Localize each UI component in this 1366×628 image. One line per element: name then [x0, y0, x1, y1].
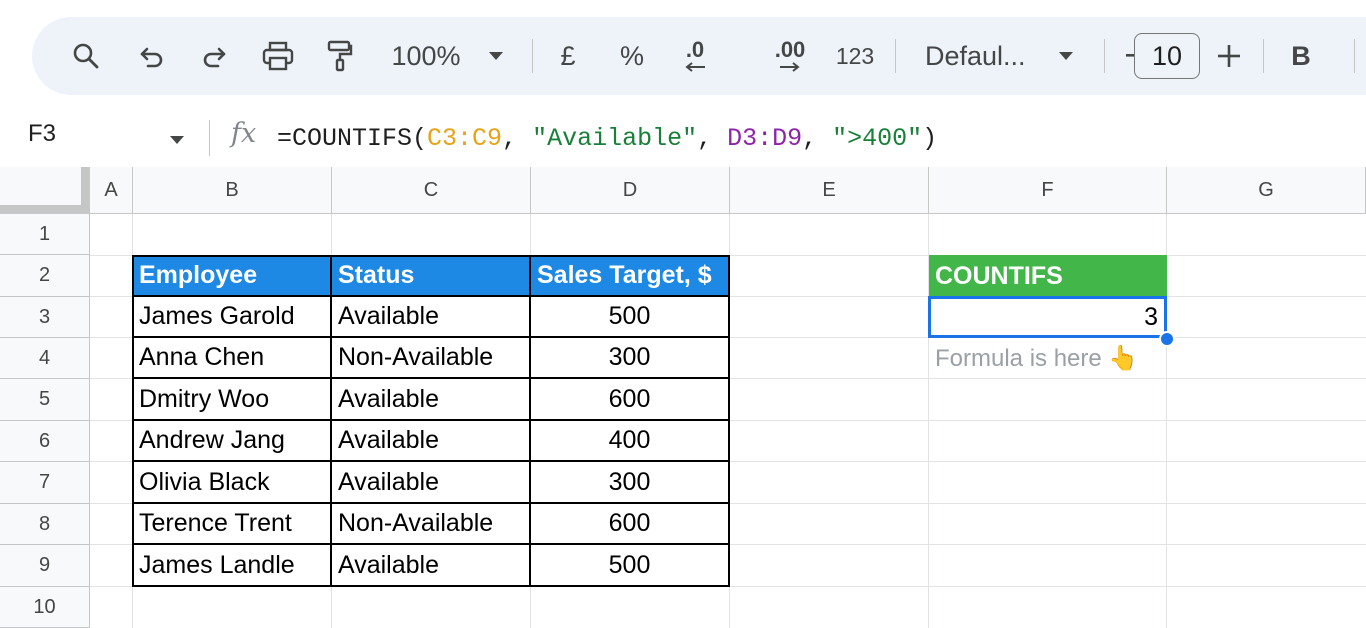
decrease-decimal-label: .0: [685, 37, 705, 62]
column-header-e[interactable]: E: [730, 167, 929, 214]
formula-note[interactable]: Formula is here 👆: [929, 338, 1167, 379]
header-sales-target[interactable]: Sales Target, $: [531, 255, 730, 297]
cell-sales-target[interactable]: 400: [531, 421, 730, 462]
search-icon[interactable]: [66, 17, 106, 95]
name-box[interactable]: F3: [28, 120, 56, 148]
fill-handle[interactable]: [1159, 331, 1175, 347]
column-header-g[interactable]: G: [1167, 167, 1366, 214]
formula-separator: ,: [502, 124, 533, 153]
row-header-2[interactable]: 2: [0, 255, 90, 297]
cell-status[interactable]: Available: [332, 545, 531, 587]
row-header-4[interactable]: 4: [0, 338, 90, 379]
formula-range-1: C3:C9: [427, 124, 503, 153]
formula-prefix: =COUNTIFS(: [277, 124, 428, 153]
chevron-down-icon[interactable]: [1054, 17, 1078, 95]
cell-employee[interactable]: Dmitry Woo: [133, 379, 332, 421]
freeze-column-handle[interactable]: [81, 167, 90, 214]
countifs-header[interactable]: COUNTIFS: [929, 255, 1167, 297]
chevron-down-icon[interactable]: [169, 132, 185, 150]
row-header-9[interactable]: 9: [0, 545, 90, 587]
column-header-f[interactable]: F: [929, 167, 1167, 214]
cell-sales-target[interactable]: 500: [531, 545, 730, 587]
cell-sales-target[interactable]: 300: [531, 338, 730, 379]
print-icon[interactable]: [257, 17, 299, 95]
freeze-row-handle[interactable]: [0, 205, 90, 214]
cell-employee[interactable]: James Garold: [133, 297, 332, 338]
header-employee[interactable]: Employee: [133, 255, 332, 297]
increase-font-size-icon[interactable]: [1214, 17, 1244, 95]
fx-icon: fx: [231, 118, 257, 149]
redo-icon[interactable]: [194, 17, 234, 95]
formula-input[interactable]: =COUNTIFS(C3:C9, "Available", D3:D9, ">4…: [277, 124, 937, 153]
header-status[interactable]: Status: [332, 255, 531, 297]
font-size-input[interactable]: 10: [1134, 33, 1200, 79]
column-header-d[interactable]: D: [531, 167, 730, 214]
row-header-6[interactable]: 6: [0, 421, 90, 462]
cell-employee[interactable]: Andrew Jang: [133, 421, 332, 462]
cell-sales-target[interactable]: 300: [531, 462, 730, 504]
font-select[interactable]: Defaul...: [925, 17, 1035, 95]
row-header-1[interactable]: 1: [0, 214, 90, 255]
paint-format-icon[interactable]: [320, 17, 360, 95]
formula-bar-divider: [209, 120, 210, 156]
increase-decimal-label: .00: [774, 37, 806, 62]
formula-suffix: ): [922, 124, 938, 153]
column-header-a[interactable]: A: [90, 167, 133, 214]
increase-decimal-button[interactable]: .00: [769, 17, 811, 95]
column-header-b[interactable]: B: [133, 167, 332, 214]
zoom-select[interactable]: 100%: [386, 17, 466, 95]
row-header-5[interactable]: 5: [0, 379, 90, 421]
cell-status[interactable]: Available: [332, 421, 531, 462]
decrease-decimal-button[interactable]: .0: [674, 17, 716, 95]
chevron-down-icon[interactable]: [484, 17, 508, 95]
formula-separator: ,: [802, 124, 833, 153]
cell-employee[interactable]: Olivia Black: [133, 462, 332, 504]
toolbar-divider: [1263, 39, 1264, 73]
cell-sales-target[interactable]: 600: [531, 504, 730, 545]
cell-employee[interactable]: Terence Trent: [133, 504, 332, 545]
cell-status[interactable]: Available: [332, 379, 531, 421]
cell-status[interactable]: Available: [332, 462, 531, 504]
selected-cell-outline: [928, 296, 1167, 338]
arrow-left-icon: [685, 62, 705, 72]
toolbar-divider: [895, 39, 896, 73]
spreadsheet-grid: A B C D E F G 1 2 3 4 5 6 7 8 9 10 Emplo…: [0, 167, 1366, 628]
formula-range-2: D3:D9: [727, 124, 803, 153]
formula-criteria-1: "Available": [532, 124, 698, 153]
arrow-right-icon: [780, 62, 800, 72]
column-header-c[interactable]: C: [332, 167, 531, 214]
formula-criteria-2: ">400": [832, 124, 923, 153]
cell-sales-target[interactable]: 600: [531, 379, 730, 421]
percent-button[interactable]: %: [617, 17, 647, 95]
number-format-button[interactable]: 123: [832, 17, 878, 95]
cell-status[interactable]: Non-Available: [332, 504, 531, 545]
row-header-10[interactable]: 10: [0, 587, 90, 628]
formula-separator: ,: [697, 124, 728, 153]
cell-sales-target[interactable]: 500: [531, 297, 730, 338]
row-header-3[interactable]: 3: [0, 297, 90, 338]
cell-status[interactable]: Available: [332, 297, 531, 338]
toolbar-divider: [532, 39, 533, 73]
toolbar: 100% £ % .0 .00 123 Defaul... 10 B: [32, 17, 1366, 95]
toolbar-divider: [1104, 39, 1105, 73]
row-header-8[interactable]: 8: [0, 504, 90, 545]
toolbar-divider: [1354, 39, 1355, 73]
bold-button[interactable]: B: [1288, 17, 1314, 95]
currency-button[interactable]: £: [554, 17, 582, 95]
undo-icon[interactable]: [132, 17, 172, 95]
cell-employee[interactable]: James Landle: [133, 545, 332, 587]
cell-employee[interactable]: Anna Chen: [133, 338, 332, 379]
cell-status[interactable]: Non-Available: [332, 338, 531, 379]
row-header-7[interactable]: 7: [0, 462, 90, 504]
